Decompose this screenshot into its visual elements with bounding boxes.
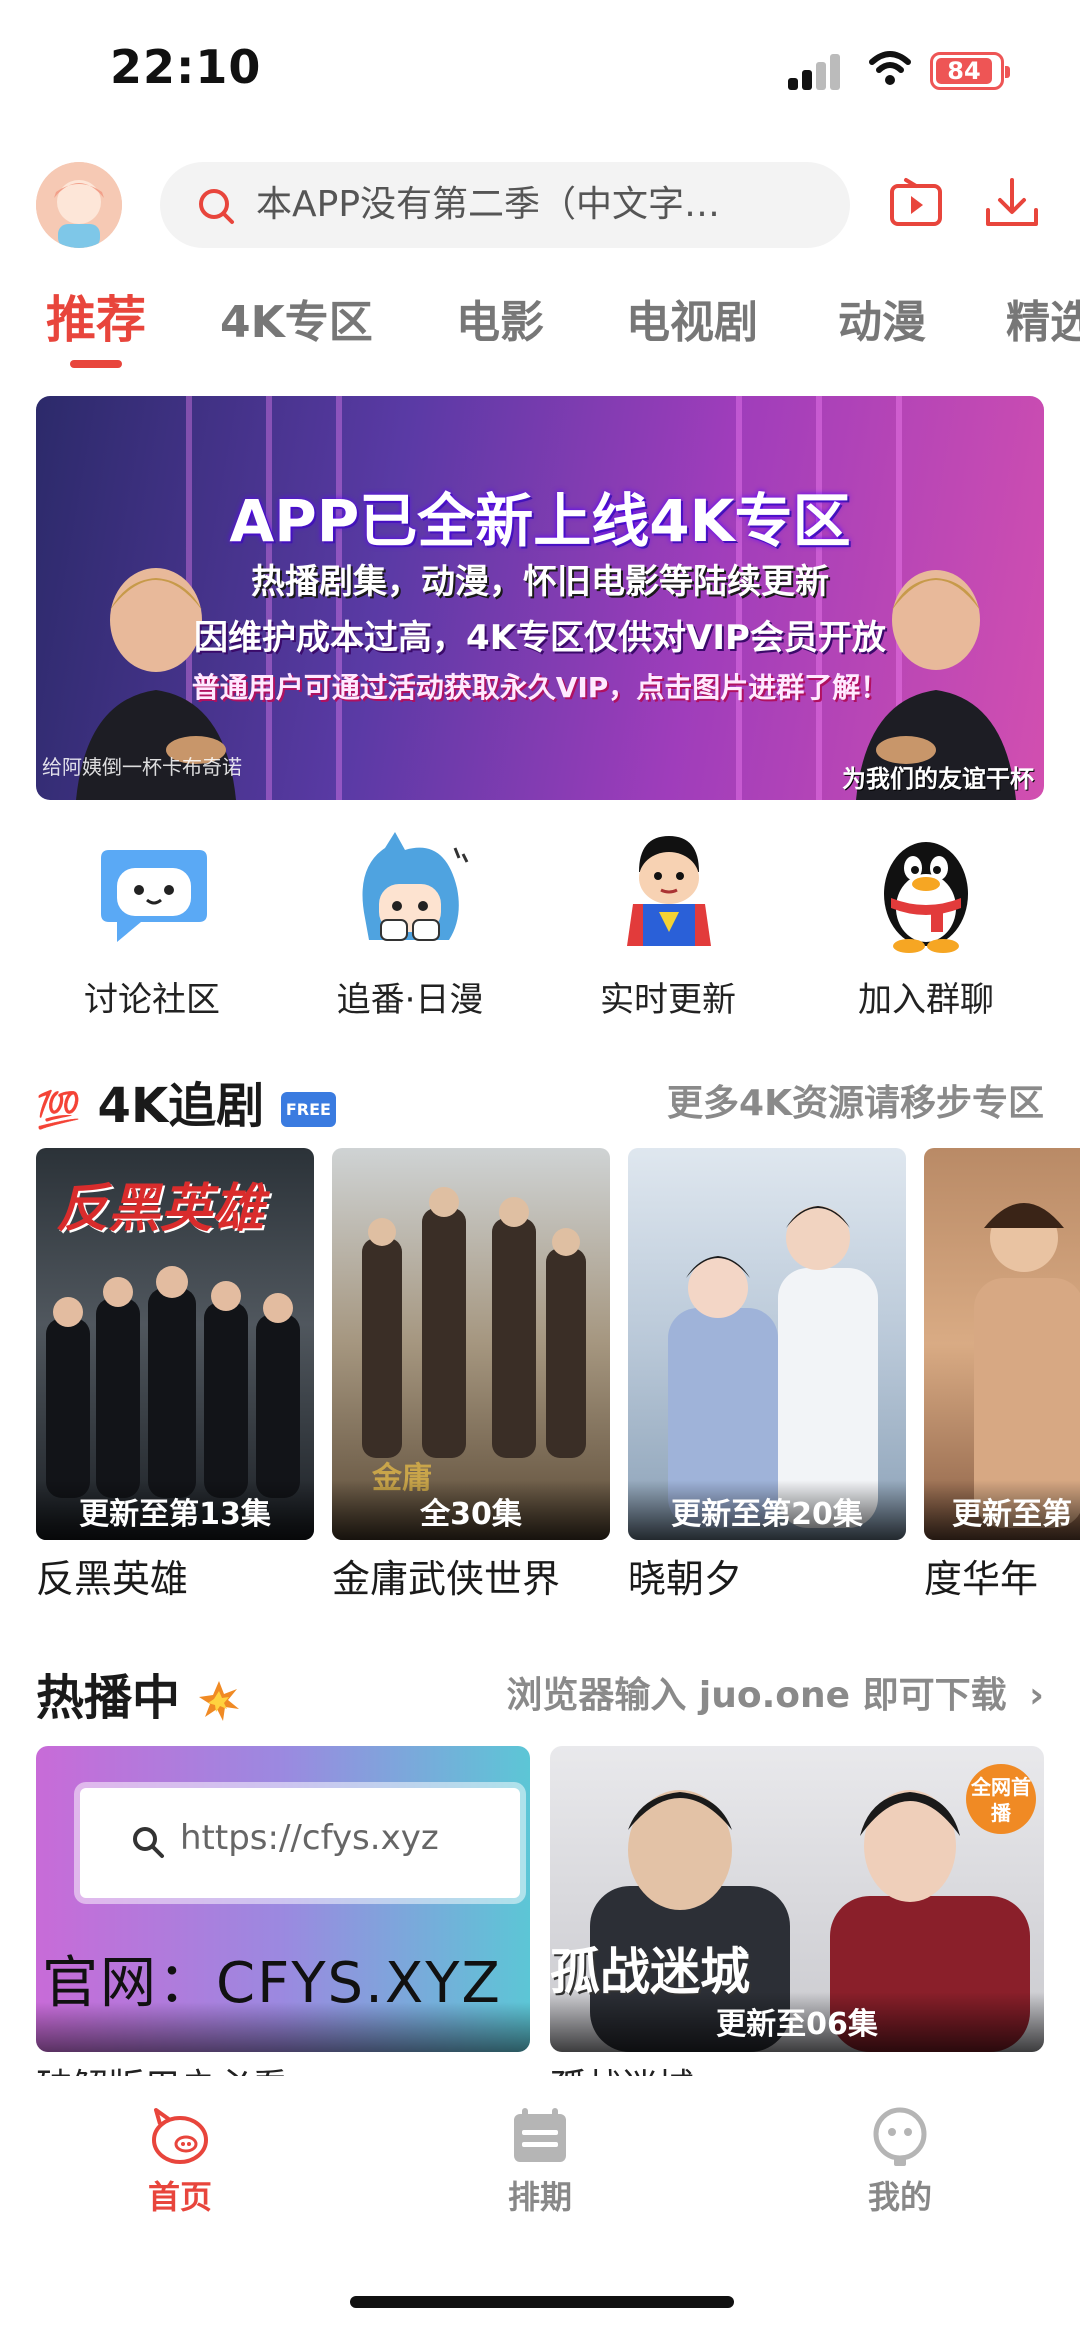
app-screen: 22:10 84 本APP没有第二季（中文字… 推荐 4K专区 电影 电视剧 动… xyxy=(0,0,1080,2337)
status-time: 22:10 xyxy=(110,40,262,94)
home-indicator[interactable] xyxy=(350,2296,734,2308)
free-badge: FREE xyxy=(280,1091,336,1127)
section-hot-title-text: 热播中 xyxy=(36,1670,181,1726)
schedule-icon xyxy=(514,2108,566,2162)
tab-movies[interactable]: 电影 xyxy=(456,286,544,350)
poster-title: 晓朝夕 xyxy=(628,1557,743,1601)
banner-line-1: 热播剧集，动漫，怀旧电影等陆续更新 xyxy=(251,562,829,602)
quick-link-label: 追番·日漫 xyxy=(336,980,484,1020)
hundred-emoji-icon: 💯 xyxy=(36,1090,81,1131)
poster-image: 更新至第 xyxy=(924,1148,1080,1540)
category-tabs: 推荐 4K专区 电影 电视剧 动漫 精选 xyxy=(0,280,1080,370)
quick-link-label: 加入群聊 xyxy=(858,980,994,1020)
quick-links: 讨论社区 追番·日漫 实时更新 加入群聊 xyxy=(0,828,1080,1028)
nav-home[interactable]: 首页 xyxy=(80,2106,280,2218)
tab-tv-series[interactable]: 电视剧 xyxy=(626,286,758,350)
pig-home-icon xyxy=(152,2108,208,2164)
banner-line-2: 因维护成本过高，4K专区仅供对VIP会员开放 xyxy=(194,618,886,658)
poster-badge: 全30集 xyxy=(332,1480,610,1540)
explosion-icon xyxy=(198,1681,239,1721)
battery-level: 84 xyxy=(947,57,981,85)
poster-card[interactable]: 更新至第 度华年 xyxy=(924,1148,1080,1603)
section-4k-title-text: 4K追剧 xyxy=(97,1078,265,1134)
hot-card[interactable]: https://cfys.xyz 官网：CFYS.XYZ xyxy=(36,1746,530,2052)
nav-schedule[interactable]: 排期 xyxy=(440,2106,640,2218)
poster-title: 金庸武侠世界 xyxy=(332,1557,561,1601)
profile-robot-icon xyxy=(873,2107,927,2166)
battery-icon: 84 xyxy=(930,52,1010,90)
nav-home-label: 首页 xyxy=(147,2178,212,2216)
section-4k-header: 💯 4K追剧 FREE 更多4K资源请移步专区 xyxy=(36,1066,1044,1136)
poster-art-title: 反黑英雄 xyxy=(56,1179,265,1239)
tab-featured[interactable]: 精选 xyxy=(1006,286,1080,350)
poster-title: 反黑英雄 xyxy=(36,1557,189,1601)
section-4k-title: 💯 4K追剧 FREE xyxy=(36,1066,336,1136)
section-hot-more-link[interactable]: 浏览器输入 juo.one 即可下载 › xyxy=(506,1666,1044,1718)
hot-row: https://cfys.xyz 官网：CFYS.XYZ 破解版用户必看 全网首… xyxy=(36,1746,1044,2108)
poster-badge: 更新至第20集 xyxy=(628,1480,906,1540)
quick-link-label: 讨论社区 xyxy=(84,980,220,1020)
anime-character-icon xyxy=(362,832,469,941)
quick-link-group-chat[interactable]: 加入群聊 xyxy=(816,828,1036,1021)
chat-bubble-icon xyxy=(101,850,207,942)
url-bar-image: https://cfys.xyz xyxy=(80,1788,520,1898)
nav-profile[interactable]: 我的 xyxy=(800,2106,1000,2218)
promo-banner[interactable]: APP已全新上线4K专区 热播剧集，动漫，怀旧电影等陆续更新 因维护成本过高，4… xyxy=(36,396,1044,800)
top-header: 本APP没有第二季（中文字… xyxy=(0,150,1080,260)
avatar[interactable] xyxy=(36,162,122,248)
poster-card[interactable]: 反黑英雄 更新至第13集 反黑英雄 xyxy=(36,1148,314,1603)
search-icon xyxy=(199,189,234,224)
quick-link-anime[interactable]: 追番·日漫 xyxy=(300,828,520,1021)
banner-caption-left: 给阿姨倒一杯卡布奇诺 xyxy=(42,755,242,779)
section-hot-header: 热播中 浏览器输入 juo.one 即可下载 › xyxy=(36,1658,1044,1728)
nav-schedule-label: 排期 xyxy=(507,2178,572,2216)
search-icon xyxy=(133,1827,164,1858)
download-icon[interactable] xyxy=(984,176,1040,232)
quick-link-label: 实时更新 xyxy=(600,980,736,1020)
search-bar[interactable]: 本APP没有第二季（中文字… xyxy=(160,162,850,248)
banner-caption-right: 为我们的友谊干杯 xyxy=(842,765,1034,793)
hot-card[interactable]: 全网首播 孤战迷城 更新至06集 xyxy=(550,1746,1044,2052)
chevron-right-icon: › xyxy=(1029,1675,1044,1716)
url-text: https://cfys.xyz xyxy=(180,1818,439,1858)
section-hot-more-text: 浏览器输入 juo.one 即可下载 xyxy=(506,1675,1007,1716)
active-tab-indicator xyxy=(70,360,122,368)
poster-row: 反黑英雄 更新至第13集 反黑英雄 金庸 全30集 金庸武侠世界 更新至第20集… xyxy=(36,1148,1080,1601)
poster-image: 反黑英雄 更新至第13集 xyxy=(36,1148,314,1540)
nav-profile-label: 我的 xyxy=(867,2178,932,2216)
qq-penguin-icon xyxy=(884,842,968,953)
superman-icon xyxy=(627,836,711,946)
poster-badge: 更新至第13集 xyxy=(36,1480,314,1540)
section-hot-title: 热播中 xyxy=(36,1658,241,1728)
tv-history-icon[interactable] xyxy=(888,176,944,228)
poster-title: 度华年 xyxy=(924,1557,1039,1601)
status-bar: 22:10 84 xyxy=(0,0,1080,140)
tab-4k-zone[interactable]: 4K专区 xyxy=(220,286,373,350)
poster-image: 更新至第20集 xyxy=(628,1148,906,1540)
poster-card[interactable]: 金庸 全30集 金庸武侠世界 xyxy=(332,1148,610,1603)
quick-link-community[interactable]: 讨论社区 xyxy=(42,828,262,1021)
section-4k-more-link[interactable]: 更多4K资源请移步专区 xyxy=(667,1074,1044,1126)
cellular-signal-icon xyxy=(788,54,844,90)
tab-anime[interactable]: 动漫 xyxy=(838,286,926,350)
poster-card[interactable]: 更新至第20集 晓朝夕 xyxy=(628,1148,906,1603)
poster-image: 金庸 全30集 xyxy=(332,1148,610,1540)
tab-recommend[interactable]: 推荐 xyxy=(46,280,146,352)
search-placeholder: 本APP没有第二季（中文字… xyxy=(256,184,721,225)
hot-card-badge: 更新至06集 xyxy=(550,1992,1044,2052)
quick-link-updates[interactable]: 实时更新 xyxy=(558,828,778,1021)
premiere-badge: 全网首播 xyxy=(966,1764,1036,1834)
banner-line-3: 普通用户可通过活动获取永久VIP，点击图片进群了解！ xyxy=(191,671,889,704)
poster-badge: 更新至第 xyxy=(924,1480,1080,1540)
avatar-face-icon xyxy=(36,162,122,248)
wifi-icon xyxy=(869,51,911,85)
banner-title: APP已全新上线4K专区 xyxy=(229,487,851,555)
